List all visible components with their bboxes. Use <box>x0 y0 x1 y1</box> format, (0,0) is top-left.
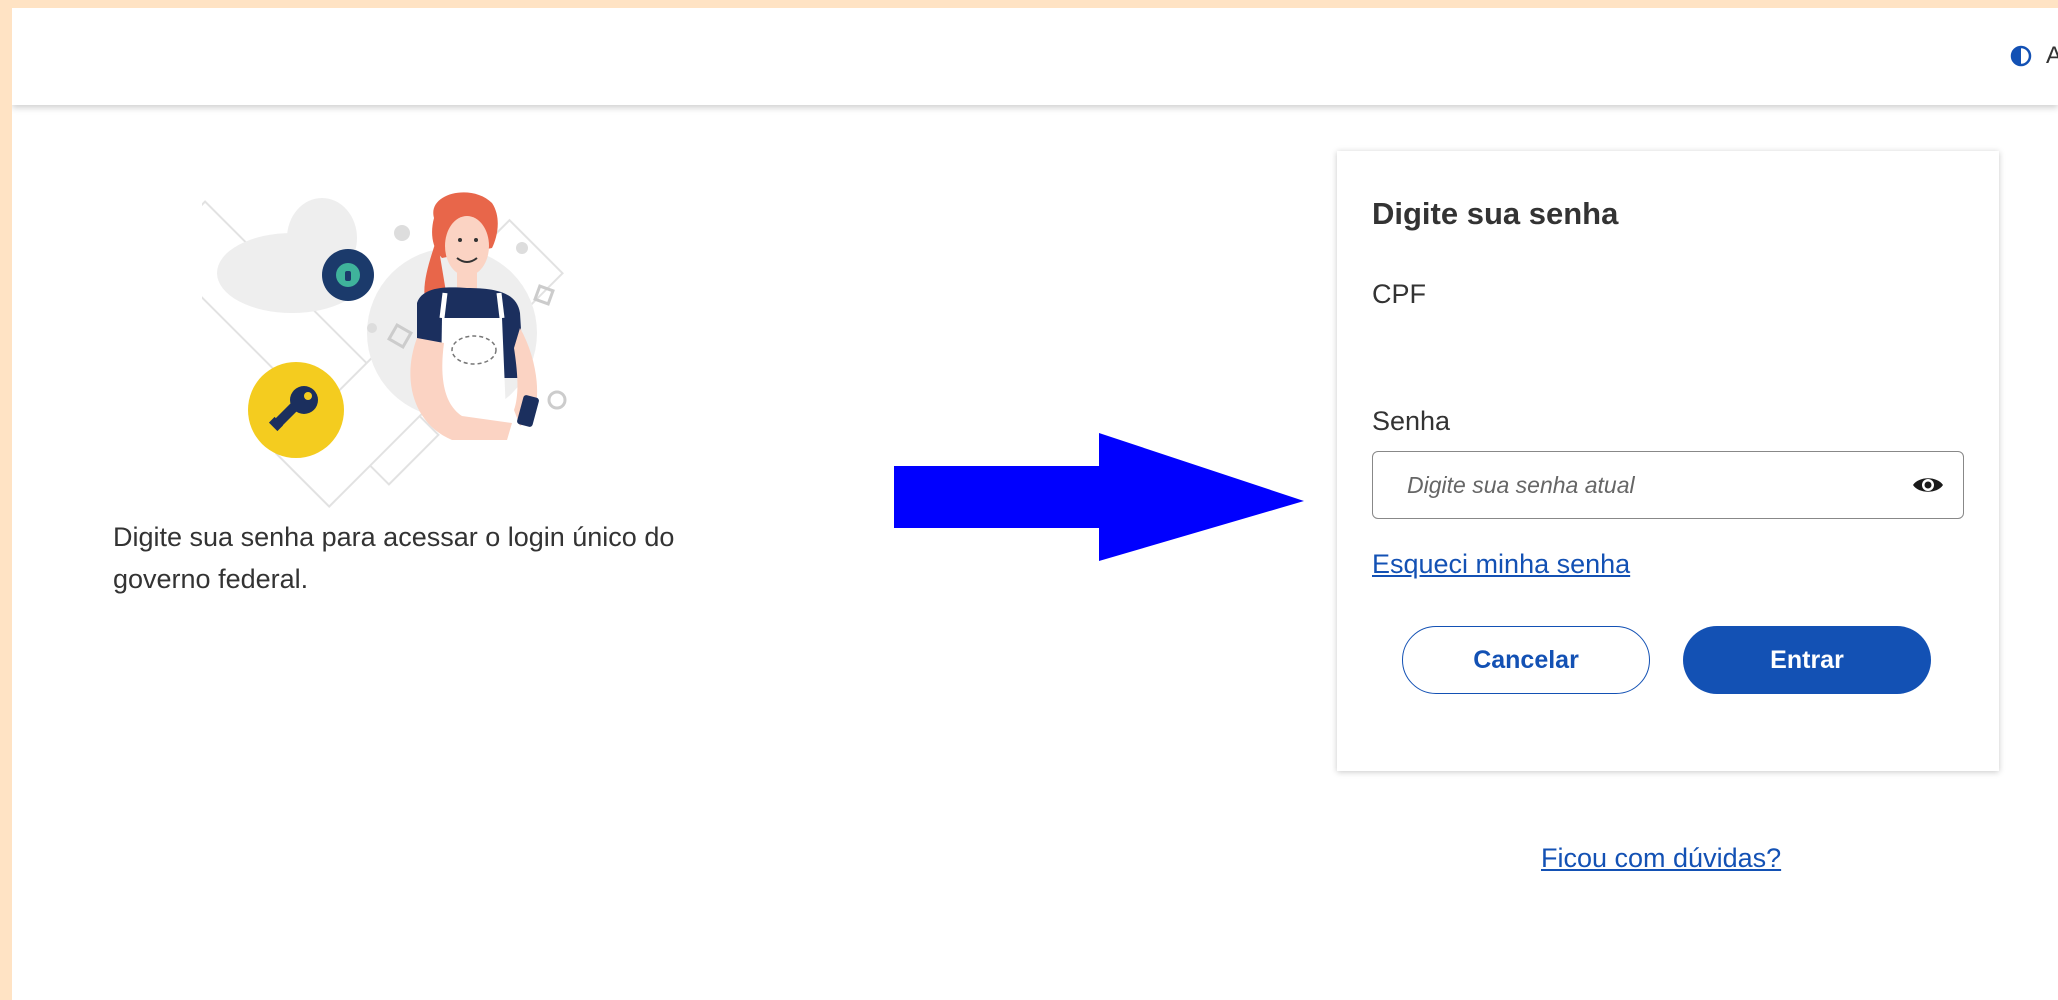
card-title: Digite sua senha <box>1372 196 1619 231</box>
password-label: Senha <box>1372 406 1451 436</box>
enter-button[interactable]: Entrar <box>1683 626 1931 694</box>
header-truncated-text[interactable]: A <box>2046 42 2058 70</box>
intro-text: Digite sua senha para acessar o login ún… <box>113 522 675 594</box>
cpf-label: CPF <box>1372 279 1426 309</box>
cancel-button[interactable]: Cancelar <box>1402 626 1650 694</box>
password-field <box>1372 451 1964 519</box>
password-input[interactable] <box>1373 452 1963 518</box>
help-link[interactable]: Ficou com dúvidas? <box>1541 843 1781 874</box>
login-illustration <box>202 192 567 508</box>
forgot-password-link[interactable]: Esqueci minha senha <box>1372 549 1630 580</box>
top-header: A <box>12 8 2058 105</box>
eye-icon[interactable] <box>1911 473 1945 497</box>
password-card: Digite sua senha CPF Senha Esqueci minha… <box>1337 151 1999 771</box>
annotation-arrow <box>894 433 1304 561</box>
contrast-icon[interactable] <box>2010 45 2032 67</box>
login-page: A Digite sua senha para acessar o login … <box>12 8 2058 1000</box>
